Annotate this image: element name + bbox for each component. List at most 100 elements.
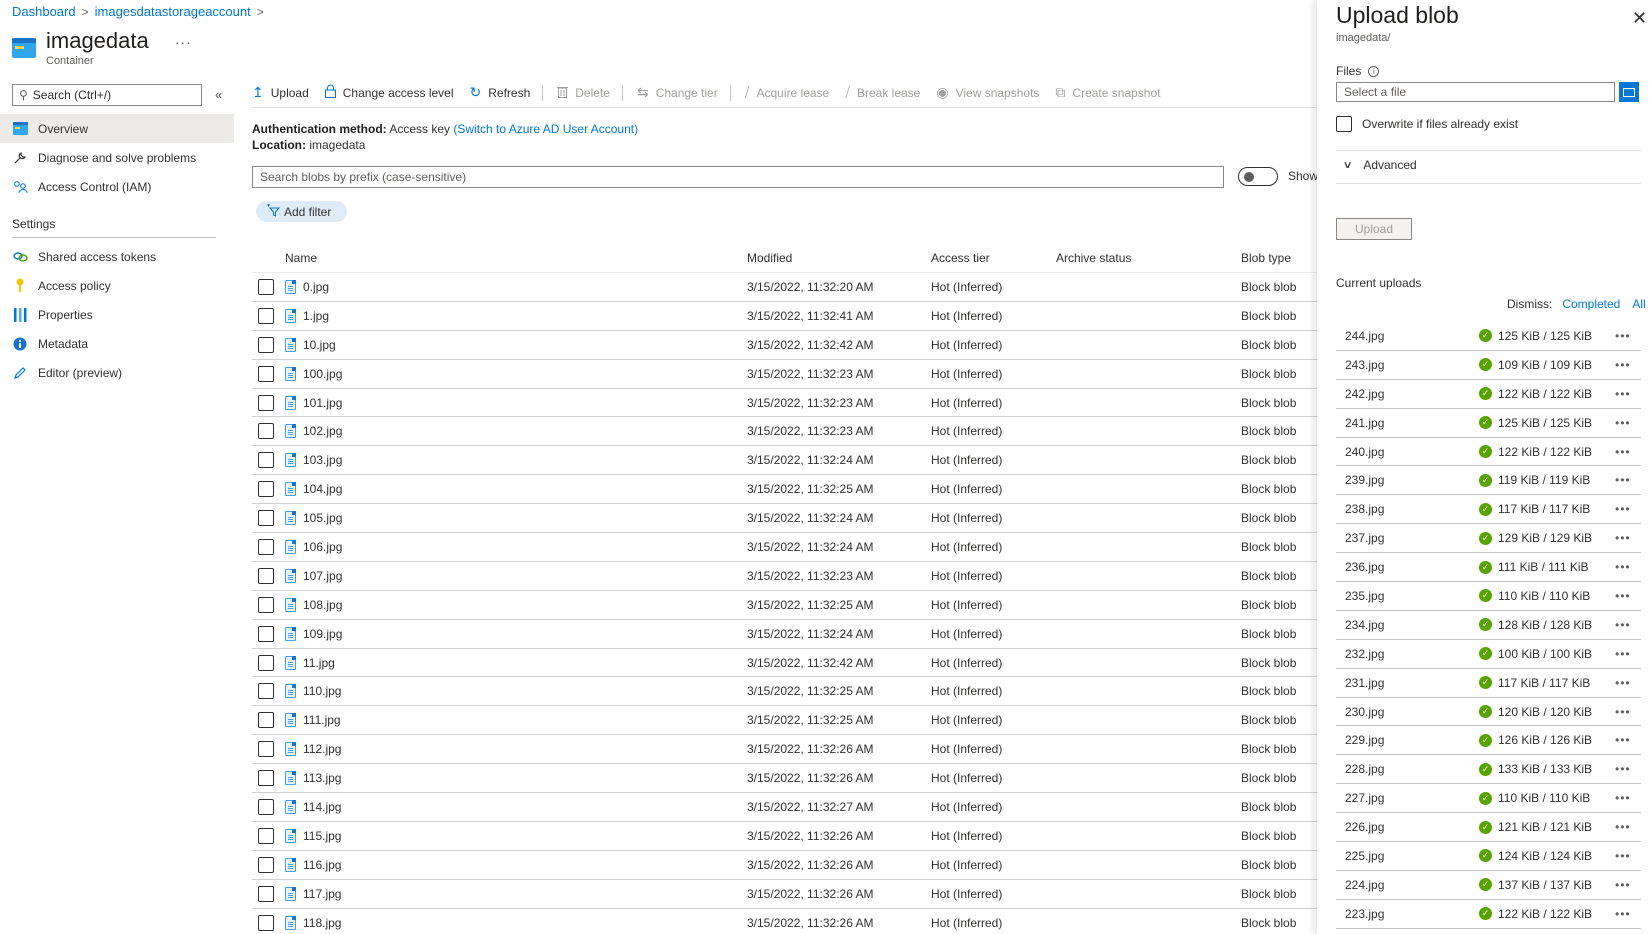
blob-name[interactable]: 107.jpg bbox=[303, 569, 342, 583]
upload-submit-button[interactable]: Upload bbox=[1336, 218, 1412, 240]
table-row[interactable]: 107.jpg 3/15/2022, 11:32:23 AM Hot (Inferr… bbox=[252, 562, 1318, 591]
close-icon[interactable]: ✕ bbox=[1632, 8, 1647, 29]
table-row[interactable]: 101.jpg 3/15/2022, 11:32:23 AM Hot (Inferr… bbox=[252, 389, 1318, 418]
row-checkbox[interactable] bbox=[258, 567, 274, 584]
row-checkbox[interactable] bbox=[258, 481, 274, 498]
table-row[interactable]: 110.jpg 3/15/2022, 11:32:25 AM Hot (Inferr… bbox=[252, 677, 1318, 707]
add-filter-button[interactable]: Add filter bbox=[256, 201, 348, 222]
blob-name[interactable]: 11.jpg bbox=[303, 656, 335, 670]
table-row[interactable]: 11.jpg 3/15/2022, 11:32:42 AM Hot (Inferre… bbox=[252, 649, 1318, 678]
row-checkbox[interactable] bbox=[258, 307, 274, 324]
table-row[interactable]: 118.jpg 3/15/2022, 11:32:26 AM Hot (Inferr… bbox=[252, 909, 1318, 934]
blob-name[interactable]: 100.jpg bbox=[303, 367, 342, 381]
upload-more-options-button[interactable]: ••• bbox=[1603, 849, 1631, 863]
column-header-modified[interactable]: Modified bbox=[747, 251, 931, 265]
upload-more-options-button[interactable]: ••• bbox=[1603, 416, 1631, 430]
blob-name[interactable]: 104.jpg bbox=[303, 482, 342, 496]
more-options-button[interactable]: ··· bbox=[175, 34, 192, 50]
table-row[interactable]: 115.jpg 3/15/2022, 11:32:26 AM Hot (Inferr… bbox=[252, 822, 1318, 851]
dismiss-completed-link[interactable]: Completed bbox=[1562, 297, 1620, 311]
upload-more-options-button[interactable]: ••• bbox=[1603, 762, 1631, 776]
file-select-input[interactable]: Select a file bbox=[1336, 82, 1615, 102]
create-snapshot-button[interactable]: ⧉ Create snapshot bbox=[1055, 84, 1160, 101]
show-deleted-toggle[interactable] bbox=[1238, 167, 1278, 186]
upload-more-options-button[interactable]: ••• bbox=[1603, 705, 1631, 719]
upload-more-options-button[interactable]: ••• bbox=[1603, 358, 1631, 372]
row-checkbox[interactable] bbox=[258, 278, 274, 295]
dismiss-all-link[interactable]: All bbox=[1632, 297, 1645, 311]
blob-name[interactable]: 109.jpg bbox=[303, 627, 342, 641]
upload-more-options-button[interactable]: ••• bbox=[1603, 647, 1631, 661]
info-icon[interactable]: i bbox=[1368, 65, 1380, 77]
column-header-name[interactable]: Name bbox=[285, 251, 747, 265]
refresh-button[interactable]: ↻ Refresh bbox=[470, 84, 531, 101]
acquire-lease-button[interactable]: ⧸ Acquire lease bbox=[745, 84, 829, 101]
table-row[interactable]: 112.jpg 3/15/2022, 11:32:26 AM Hot (Inferr… bbox=[252, 735, 1318, 765]
table-row[interactable]: 10.jpg 3/15/2022, 11:32:42 AM Hot (Inferre… bbox=[252, 331, 1318, 360]
row-checkbox[interactable] bbox=[258, 885, 274, 902]
row-checkbox[interactable] bbox=[258, 365, 274, 382]
table-row[interactable]: 1.jpg 3/15/2022, 11:32:41 AM Hot (Inferred… bbox=[252, 302, 1318, 331]
advanced-section-toggle[interactable]: ∨ Advanced bbox=[1343, 158, 1417, 172]
blob-name[interactable]: 112.jpg bbox=[303, 742, 341, 756]
row-checkbox[interactable] bbox=[258, 856, 274, 873]
table-row[interactable]: 100.jpg 3/15/2022, 11:32:23 AM Hot (Inferr… bbox=[252, 360, 1318, 389]
column-header-blob-type[interactable]: Blob type bbox=[1241, 251, 1318, 265]
overwrite-checkbox[interactable] bbox=[1336, 116, 1352, 132]
blob-name[interactable]: 101.jpg bbox=[303, 396, 342, 410]
row-checkbox[interactable] bbox=[258, 423, 274, 440]
table-row[interactable]: 113.jpg 3/15/2022, 11:32:26 AM Hot (Inferr… bbox=[252, 764, 1318, 794]
upload-more-options-button[interactable]: ••• bbox=[1603, 878, 1631, 892]
table-row[interactable]: 103.jpg 3/15/2022, 11:32:24 AM Hot (Inferr… bbox=[252, 446, 1318, 476]
blob-search-input[interactable]: Search blobs by prefix (case-sensitive) bbox=[252, 166, 1224, 188]
table-row[interactable]: 104.jpg 3/15/2022, 11:32:25 AM Hot (Inferr… bbox=[252, 475, 1318, 505]
table-row[interactable]: 105.jpg 3/15/2022, 11:32:24 AM Hot (Inferr… bbox=[252, 504, 1318, 534]
blob-name[interactable]: 105.jpg bbox=[303, 511, 342, 525]
blob-name[interactable]: 111.jpg bbox=[303, 713, 341, 727]
row-checkbox[interactable] bbox=[258, 625, 274, 642]
blob-name[interactable]: 115.jpg bbox=[303, 829, 341, 843]
sidebar-item-access-control[interactable]: Access Control (IAM) bbox=[0, 172, 234, 201]
upload-more-options-button[interactable]: ••• bbox=[1603, 473, 1631, 487]
row-checkbox[interactable] bbox=[258, 336, 274, 353]
upload-more-options-button[interactable]: ••• bbox=[1603, 502, 1631, 516]
blob-name[interactable]: 113.jpg bbox=[303, 771, 341, 785]
row-checkbox[interactable] bbox=[258, 452, 274, 469]
row-checkbox[interactable] bbox=[258, 510, 274, 527]
upload-more-options-button[interactable]: ••• bbox=[1603, 907, 1631, 921]
blob-name[interactable]: 103.jpg bbox=[303, 453, 342, 467]
delete-button[interactable]: Delete bbox=[557, 85, 610, 101]
table-row[interactable]: 117.jpg 3/15/2022, 11:32:26 AM Hot (Inferr… bbox=[252, 880, 1318, 909]
row-checkbox[interactable] bbox=[258, 827, 274, 844]
blob-name[interactable]: 116.jpg bbox=[303, 858, 341, 872]
sidebar-item-diagnose[interactable]: Diagnose and solve problems bbox=[0, 143, 234, 172]
upload-more-options-button[interactable]: ••• bbox=[1603, 329, 1631, 343]
row-checkbox[interactable] bbox=[258, 596, 274, 613]
row-checkbox[interactable] bbox=[258, 394, 274, 411]
upload-more-options-button[interactable]: ••• bbox=[1603, 387, 1631, 401]
row-checkbox[interactable] bbox=[258, 798, 274, 815]
upload-more-options-button[interactable]: ••• bbox=[1603, 589, 1631, 603]
row-checkbox[interactable] bbox=[258, 914, 274, 931]
row-checkbox[interactable] bbox=[258, 538, 274, 555]
blob-name[interactable]: 110.jpg bbox=[303, 684, 341, 698]
blob-name[interactable]: 10.jpg bbox=[303, 338, 336, 352]
blob-name[interactable]: 108.jpg bbox=[303, 598, 342, 612]
upload-more-options-button[interactable]: ••• bbox=[1603, 733, 1631, 747]
browse-files-button[interactable] bbox=[1619, 82, 1639, 102]
sidebar-item-properties[interactable]: Properties bbox=[0, 300, 234, 329]
sidebar-item-editor[interactable]: Editor (preview) bbox=[0, 358, 234, 387]
blob-name[interactable]: 114.jpg bbox=[303, 800, 341, 814]
row-checkbox[interactable] bbox=[258, 683, 274, 700]
table-row[interactable]: 114.jpg 3/15/2022, 11:32:27 AM Hot (Inferr… bbox=[252, 793, 1318, 822]
table-row[interactable]: 108.jpg 3/15/2022, 11:32:25 AM Hot (Inferr… bbox=[252, 591, 1318, 620]
breadcrumb-storage-account[interactable]: imagesdatastorageaccount bbox=[95, 4, 251, 19]
sidebar-item-shared-access-tokens[interactable]: Shared access tokens bbox=[0, 242, 234, 271]
upload-more-options-button[interactable]: ••• bbox=[1603, 676, 1631, 690]
upload-more-options-button[interactable]: ••• bbox=[1603, 560, 1631, 574]
column-header-archive-status[interactable]: Archive status bbox=[1056, 251, 1241, 265]
row-checkbox[interactable] bbox=[258, 741, 274, 758]
break-lease-button[interactable]: ⧸ Break lease bbox=[845, 84, 920, 101]
upload-more-options-button[interactable]: ••• bbox=[1603, 791, 1631, 805]
upload-more-options-button[interactable]: ••• bbox=[1603, 820, 1631, 834]
